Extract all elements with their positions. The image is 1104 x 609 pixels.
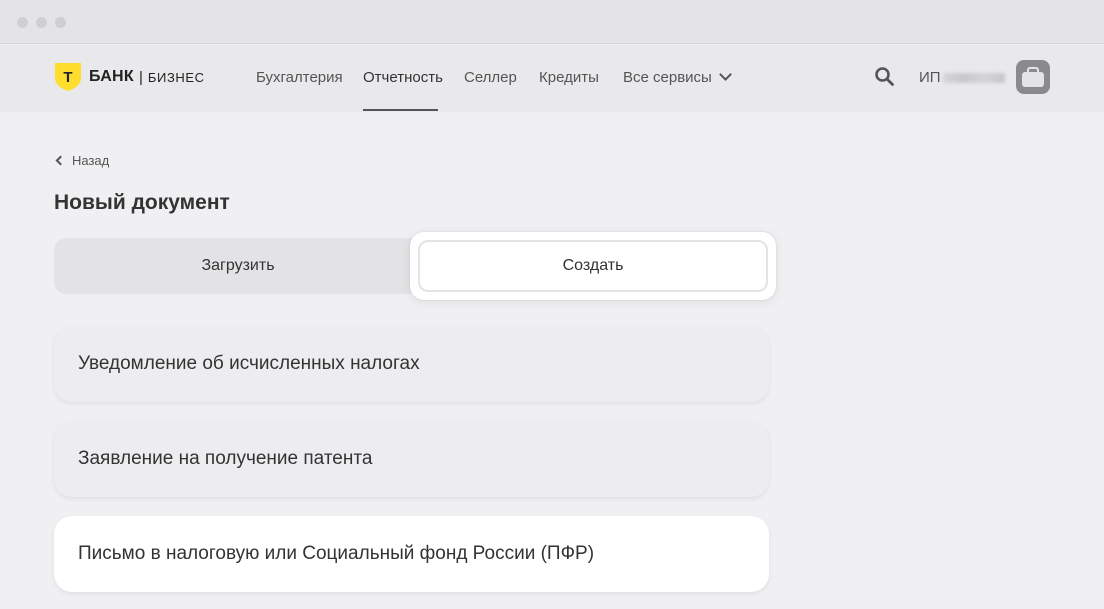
nav-seller[interactable]: Селлер (464, 69, 517, 86)
nav-credits[interactable]: Кредиты (539, 69, 599, 86)
window-close-dot[interactable] (17, 17, 28, 28)
avatar[interactable] (1016, 60, 1050, 94)
nav-reporting[interactable]: Отчетность (363, 69, 443, 86)
create-tab-label: Создать (418, 240, 768, 292)
briefcase-icon (1022, 72, 1044, 87)
create-tab-selected[interactable]: Создать (410, 232, 776, 300)
window-maximize-dot[interactable] (55, 17, 66, 28)
chevron-down-icon (718, 68, 732, 81)
top-navbar: Т БАНК | БИЗНЕС Бухгалтерия Отчетность С… (0, 45, 1104, 112)
document-option-hovered[interactable]: Письмо в налоговую или Социальный фонд Р… (54, 516, 769, 592)
nav-all-services-label: Все сервисы (623, 69, 712, 86)
chevron-left-icon (55, 155, 66, 166)
upload-tab[interactable]: Загрузить (54, 238, 422, 294)
document-option[interactable]: Заявление на получение патента (54, 421, 769, 497)
logo-mark: Т (63, 69, 72, 86)
logo-business-text: БИЗНЕС (147, 69, 205, 85)
nav-all-services[interactable]: Все сервисы (623, 68, 732, 86)
search-icon[interactable] (874, 66, 894, 86)
user-prefix: ИП (919, 69, 941, 86)
back-link[interactable]: Назад (55, 153, 110, 168)
logo-bank-text: БАНК (89, 68, 134, 85)
user-menu[interactable]: ИП (919, 69, 1005, 86)
logo-separator: | (138, 68, 143, 86)
window-minimize-dot[interactable] (36, 17, 47, 28)
shield-logo-icon: Т (55, 63, 81, 91)
browser-chrome (0, 0, 1104, 44)
logo[interactable]: Т БАНК | БИЗНЕС (54, 63, 205, 91)
document-option[interactable]: Уведомление об исчисленных налогах (54, 326, 769, 402)
back-label: Назад (72, 153, 110, 168)
page-title: Новый документ (54, 191, 230, 214)
user-name-redacted (942, 72, 1005, 83)
nav-accounting[interactable]: Бухгалтерия (256, 69, 343, 86)
active-nav-underline (363, 109, 438, 111)
